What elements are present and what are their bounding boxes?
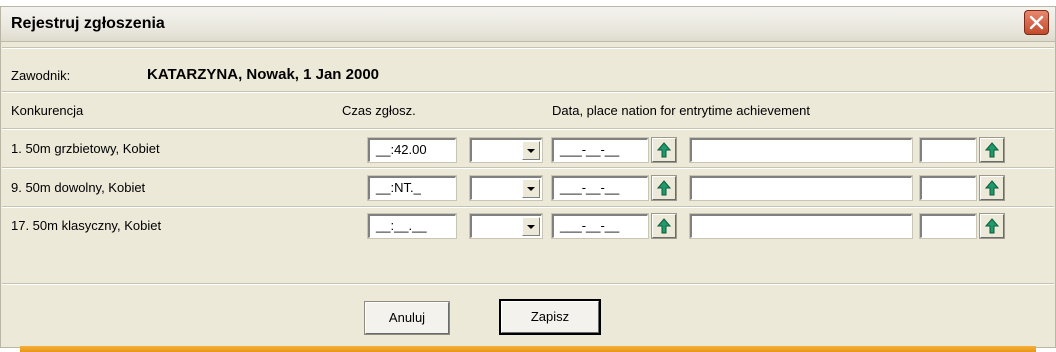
save-button[interactable]: Zapisz <box>499 299 601 335</box>
cancel-button[interactable]: Anuluj <box>364 301 450 335</box>
register-entries-dialog: Rejestruj zgłoszenia Zawodnik: KATARZYNA… <box>0 6 1056 348</box>
event-label: 1. 50m grzbietowy, Kobiet <box>11 141 160 156</box>
achievement-place-input[interactable] <box>689 213 913 239</box>
chevron-down-icon[interactable] <box>522 141 540 160</box>
achievement-date-input[interactable]: ___-__-__ <box>551 175 649 201</box>
divider <box>2 283 1054 285</box>
column-header-entry-time: Czas zgłosz. <box>342 103 416 118</box>
entry-time-input[interactable]: __:NT._ <box>367 175 457 201</box>
column-header-achievement: Data, place nation for entrytime achieve… <box>552 103 810 118</box>
achievement-nation-input[interactable] <box>919 175 977 201</box>
divider <box>2 91 1054 93</box>
arrow-up-icon <box>657 142 671 158</box>
athlete-name: KATARZYNA, Nowak, 1 Jan 2000 <box>147 66 380 83</box>
window-title: Rejestruj zgłoszenia <box>11 15 165 32</box>
column-header-event: Konkurencja <box>11 103 84 118</box>
entry-select[interactable] <box>469 137 543 163</box>
event-label: 9. 50m dowolny, Kobiet <box>11 180 146 195</box>
pick-nation-button[interactable] <box>979 213 1005 239</box>
divider <box>2 128 1054 130</box>
arrow-up-icon <box>985 142 999 158</box>
arrow-up-icon <box>985 180 999 196</box>
pick-nation-button[interactable] <box>979 137 1005 163</box>
close-button[interactable] <box>1024 10 1049 35</box>
divider <box>2 167 1054 169</box>
arrow-up-icon <box>657 218 671 234</box>
entry-select[interactable] <box>469 175 543 201</box>
pick-date-button[interactable] <box>651 175 677 201</box>
pick-date-button[interactable] <box>651 137 677 163</box>
achievement-date-input[interactable]: ___-__-__ <box>551 137 649 163</box>
title-bar[interactable]: Rejestruj zgłoszenia <box>1 7 1055 42</box>
accent-bar <box>20 346 1036 352</box>
chevron-down-icon[interactable] <box>522 179 540 198</box>
athlete-label: Zawodnik: <box>11 68 71 83</box>
achievement-date-input[interactable]: ___-__-__ <box>551 213 649 239</box>
achievement-nation-input[interactable] <box>919 213 977 239</box>
chevron-down-icon[interactable] <box>522 217 540 236</box>
achievement-place-input[interactable] <box>689 137 913 163</box>
achievement-nation-input[interactable] <box>919 137 977 163</box>
divider <box>2 206 1054 208</box>
close-icon <box>1029 15 1044 30</box>
pick-date-button[interactable] <box>651 213 677 239</box>
achievement-place-input[interactable] <box>689 175 913 201</box>
pick-nation-button[interactable] <box>979 175 1005 201</box>
entry-select[interactable] <box>469 213 543 239</box>
entry-time-input[interactable]: __:42.00 <box>367 137 457 163</box>
event-label: 17. 50m klasyczny, Kobiet <box>11 218 162 233</box>
arrow-up-icon <box>985 218 999 234</box>
entry-time-input[interactable]: __:__.__ <box>367 213 457 239</box>
arrow-up-icon <box>657 180 671 196</box>
divider <box>2 47 1054 49</box>
